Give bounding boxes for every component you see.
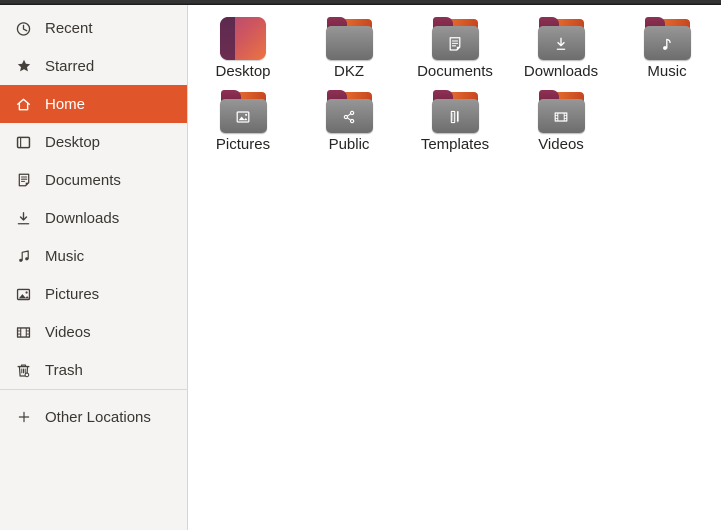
documents-icon — [15, 172, 32, 189]
sidebar-item-trash[interactable]: Trash — [0, 351, 187, 389]
document-emblem — [432, 28, 479, 60]
image-emblem — [220, 101, 267, 133]
sidebar-item-label: Desktop — [45, 133, 101, 151]
file-item-desktop[interactable]: Desktop — [190, 12, 296, 85]
file-label: Downloads — [523, 63, 599, 80]
file-label: Templates — [420, 136, 490, 153]
folder-icon — [537, 17, 585, 60]
videos-icon — [15, 324, 32, 341]
file-label: Desktop — [215, 63, 271, 80]
share-emblem — [326, 101, 373, 133]
sidebar-item-label: Starred — [45, 57, 95, 75]
file-item-templates[interactable]: Templates — [402, 85, 508, 158]
video-emblem — [538, 101, 585, 133]
pictures-icon — [15, 286, 32, 303]
sidebar-item-label: Documents — [45, 171, 121, 189]
file-label: Music — [647, 63, 687, 80]
recent-icon — [15, 20, 32, 37]
sidebar-item-desktop[interactable]: Desktop — [0, 123, 187, 161]
sidebar-list: Recent Starred Home Desktop Documents Downloa… — [0, 9, 187, 389]
downloads-icon — [15, 210, 32, 227]
star-icon — [15, 58, 32, 75]
file-item-pictures[interactable]: Pictures — [190, 85, 296, 158]
file-label: Public — [328, 136, 370, 153]
sidebar-item-label: Downloads — [45, 209, 120, 227]
sidebar-separator — [0, 389, 187, 390]
desktop-icon — [15, 134, 32, 151]
folder-icon — [643, 17, 691, 60]
sidebar-item-label: Music — [45, 247, 85, 265]
sidebar-item-documents[interactable]: Documents — [0, 161, 187, 199]
file-item-videos[interactable]: Videos — [508, 85, 614, 158]
sidebar-item-other-locations[interactable]: Other Locations — [0, 398, 187, 436]
template-emblem — [432, 101, 479, 133]
folder-icon — [537, 90, 585, 133]
folder-icon — [431, 90, 479, 133]
desktop-special-icon — [220, 17, 266, 60]
sidebar-item-starred[interactable]: Starred — [0, 47, 187, 85]
music-icon — [15, 248, 32, 265]
sidebar-item-pictures[interactable]: Pictures — [0, 275, 187, 313]
file-label: Videos — [538, 136, 584, 153]
sidebar-item-label: Home — [45, 95, 86, 113]
home-icon — [15, 96, 32, 113]
folder-icon — [325, 17, 373, 60]
music-emblem — [644, 28, 691, 60]
sidebar-item-recent[interactable]: Recent — [0, 9, 187, 47]
sidebar-item-videos[interactable]: Videos — [0, 313, 187, 351]
file-label: Documents — [417, 63, 493, 80]
folder-icon — [219, 90, 267, 133]
trash-icon — [15, 362, 32, 379]
file-item-dkz[interactable]: DKZ — [296, 12, 402, 85]
folder-icon — [431, 17, 479, 60]
folder-icon — [325, 90, 373, 133]
download-emblem — [538, 28, 585, 60]
plus-icon — [15, 409, 32, 426]
file-item-downloads[interactable]: Downloads — [508, 12, 614, 85]
file-label: DKZ — [334, 63, 364, 80]
sidebar-item-label: Videos — [45, 323, 91, 341]
desktop-icon-left-panel — [220, 17, 235, 60]
sidebar: Recent Starred Home Desktop Documents Downloa… — [0, 5, 188, 530]
file-item-public[interactable]: Public — [296, 85, 402, 158]
file-item-documents[interactable]: Documents — [402, 12, 508, 85]
sidebar-item-downloads[interactable]: Downloads — [0, 199, 187, 237]
file-label: Pictures — [215, 136, 271, 153]
sidebar-item-label: Other Locations — [45, 408, 151, 426]
file-grid: Desktop DKZ Documents Downloads Music Picture… — [188, 5, 721, 530]
files-window: Recent Starred Home Desktop Documents Downloa… — [0, 5, 721, 530]
sidebar-item-label: Pictures — [45, 285, 100, 303]
sidebar-item-music[interactable]: Music — [0, 237, 187, 275]
sidebar-item-label: Trash — [45, 361, 83, 379]
folder-front — [325, 26, 373, 60]
file-item-music[interactable]: Music — [614, 12, 720, 85]
sidebar-item-label: Recent — [45, 19, 93, 37]
sidebar-item-home[interactable]: Home — [0, 85, 187, 123]
sidebar-footer: Other Locations — [0, 398, 187, 436]
